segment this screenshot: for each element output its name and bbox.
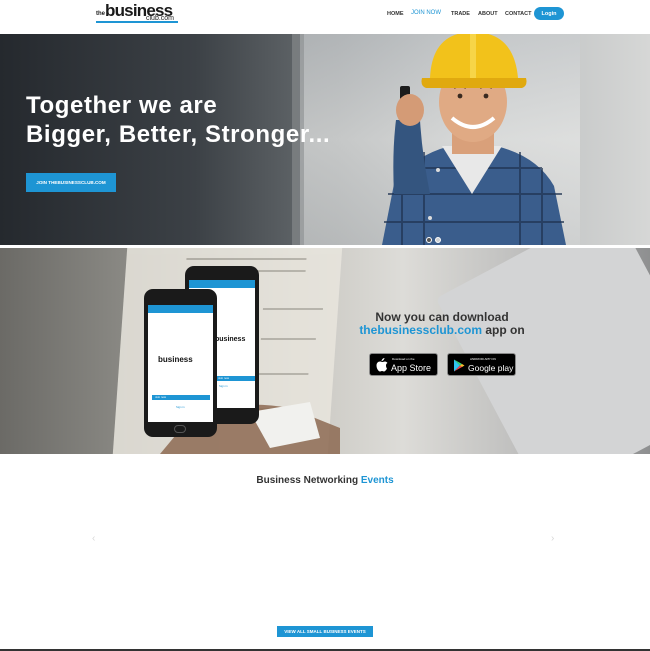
hero-slider: Together we are Bigger, Better, Stronger… [0, 34, 650, 245]
app-store-label: App Store [391, 363, 432, 373]
hero-worker-image [382, 34, 566, 245]
app-store-button[interactable]: Download on the App Store [369, 353, 438, 376]
view-all-events-button[interactable]: VIEW ALL SMALL BUSINESS EVENTS [277, 626, 373, 637]
apple-icon [376, 358, 388, 372]
hero-title-line-2: Bigger, Better, Stronger... [26, 121, 331, 148]
app-heading-line-1: Now you can download [375, 310, 509, 324]
nav-home[interactable]: HOME [387, 11, 404, 17]
join-cta-button[interactable]: JOIN THEBUSINESSCLUB.COM [26, 173, 116, 192]
app-store-small-text: Download on the [392, 357, 415, 361]
slider-dot-1[interactable] [426, 237, 432, 243]
site-header: the business club.com HOME JOIN NOW TRAD… [0, 0, 650, 34]
nav-about[interactable]: ABOUT [478, 11, 498, 17]
nav-contact[interactable]: CONTACT [505, 11, 531, 17]
app-heading-suffix: app on [482, 323, 525, 337]
app-site-link[interactable]: thebusinessclub.com [359, 323, 482, 337]
nav-trade[interactable]: TRADE [451, 11, 470, 17]
google-play-label: Google play [468, 363, 514, 373]
events-heading-text: Business Networking [256, 475, 359, 486]
google-play-icon [454, 359, 465, 372]
app-download-section [0, 248, 650, 454]
slider-dots [426, 237, 441, 243]
google-play-button[interactable]: ANDROID APP ON Google play [447, 353, 516, 376]
events-heading-highlight: Events [360, 475, 394, 486]
hero-title-line-1: Together we are [26, 92, 218, 119]
app-heading-line-2: thebusinessclub.com app on [342, 323, 542, 337]
events-prev-arrow-icon[interactable]: ‹ [92, 533, 95, 544]
site-logo[interactable]: the business club.com [96, 1, 180, 24]
google-play-small-text: ANDROID APP ON [470, 357, 496, 361]
page: the business club.com HOME JOIN NOW TRAD… [0, 0, 650, 651]
phone-front: business Join now Sign in [144, 289, 217, 437]
events-next-arrow-icon[interactable]: › [551, 533, 554, 544]
events-heading: Business Networking Events [0, 475, 650, 486]
logo-the: the [96, 11, 105, 17]
slider-dot-2[interactable] [435, 237, 441, 243]
background-laptop [435, 248, 650, 454]
nav-join-now[interactable]: JOIN NOW [411, 10, 441, 16]
login-button[interactable]: Login [534, 7, 564, 20]
logo-underline [96, 21, 178, 23]
